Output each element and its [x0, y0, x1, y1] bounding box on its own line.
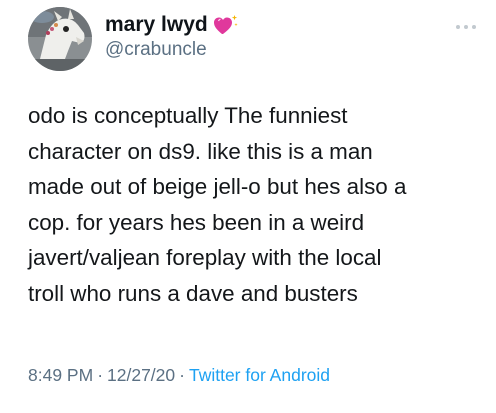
- tweet-source-link[interactable]: Twitter for Android: [189, 365, 330, 385]
- meta-separator: ·: [97, 365, 104, 385]
- tweet-text-line: cop. for years hes been in a weird: [28, 209, 365, 235]
- tweet-text-line: odo is conceptually The funniest: [28, 103, 348, 128]
- tweet-text-line: made out of beige jell-o but hes also a: [28, 174, 407, 200]
- tweet-time[interactable]: 8:49 PM: [28, 365, 93, 385]
- sparkling-heart-icon: [213, 14, 239, 36]
- tweet-text-line: javert/valjean foreplay with the local: [28, 245, 382, 271]
- avatar[interactable]: [28, 7, 92, 71]
- tweet-date[interactable]: 12/27/20: [107, 365, 175, 385]
- tweet-card: mary lwyd @crabuncle odo is conceptually…: [0, 0, 496, 413]
- tweet-text-line: troll who runs a dave and busters: [28, 280, 358, 306]
- meta-separator: ·: [179, 365, 185, 385]
- avatar-image: [28, 7, 92, 71]
- more-dots-icon[interactable]: [455, 18, 477, 29]
- tweet-meta: 8:49 PM · 12/27/20 · Twitter for Android: [28, 364, 330, 386]
- tweet-text-line: character on ds9. like this is a man: [28, 138, 373, 164]
- tweet-text: odo is conceptually The funniest charact…: [28, 98, 490, 312]
- author-handle[interactable]: @crabuncle: [105, 39, 207, 61]
- author-name-row[interactable]: mary lwyd: [105, 13, 239, 37]
- author-name[interactable]: mary lwyd: [105, 13, 208, 37]
